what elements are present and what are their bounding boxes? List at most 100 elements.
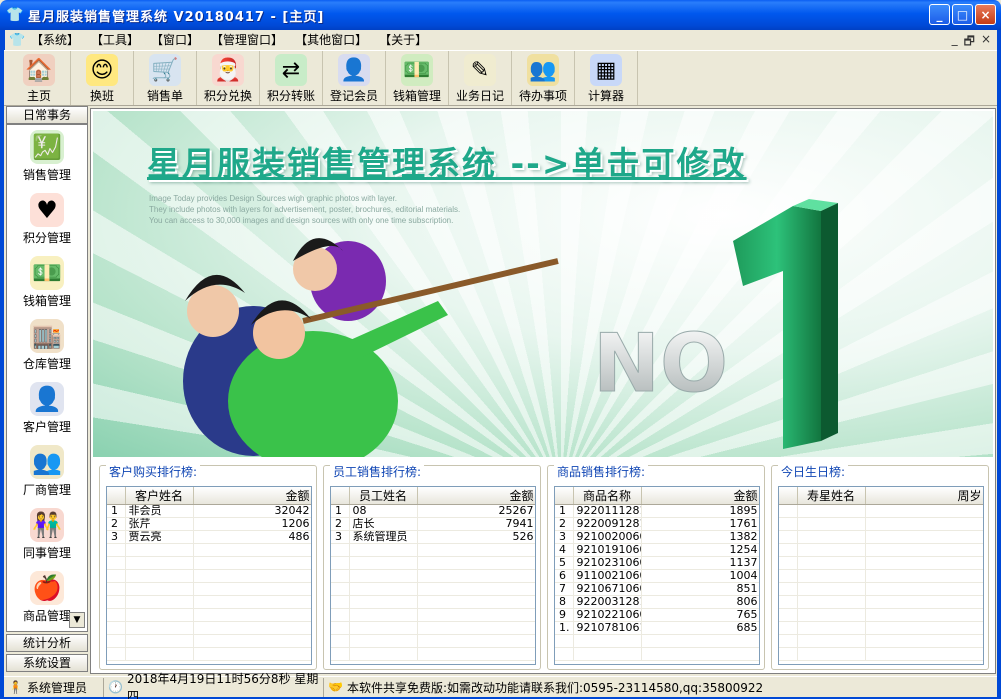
table-row[interactable]	[107, 556, 311, 570]
close-button[interactable]: ×	[975, 4, 996, 25]
ranking-grid[interactable]: 员工姓名 金额 1 08 25267 2 店长 7941 3 系统管理员 526	[330, 486, 536, 665]
table-row[interactable]	[779, 517, 983, 531]
column-header[interactable]: 寿星姓名	[797, 487, 866, 505]
table-row[interactable]	[331, 543, 535, 557]
sidebar-item-4[interactable]: 👤 客户管理	[7, 377, 87, 440]
column-header[interactable]: 金额	[641, 487, 759, 505]
table-row[interactable]: 2 店长 7941	[331, 517, 535, 531]
menu-about[interactable]: 【关于】	[373, 31, 433, 49]
banner-headline[interactable]: 星月服装销售管理系统 -->单击可修改	[147, 137, 747, 185]
sidebar-item-2[interactable]: 💵 钱箱管理	[7, 251, 87, 314]
toolbar-button-2[interactable]: 🛒 销售单	[134, 51, 197, 105]
table-row[interactable]: 192201112812541895	[555, 504, 759, 518]
column-header[interactable]	[555, 487, 574, 505]
table-row[interactable]	[331, 582, 535, 596]
table-row[interactable]	[779, 582, 983, 596]
table-row[interactable]	[107, 569, 311, 583]
table-row[interactable]	[779, 530, 983, 544]
ranking-grid[interactable]: 寿星姓名 周岁	[778, 486, 984, 665]
sidebar-item-1[interactable]: ♥ 积分管理	[7, 188, 87, 251]
table-row[interactable]: 492101910609311254	[555, 543, 759, 557]
menu-system[interactable]: 【系统】	[25, 31, 85, 49]
table-row[interactable]	[779, 556, 983, 570]
title-bar[interactable]: 👕 星月服装销售管理系统 V20180417 - [主页] _ □ ×	[0, 0, 1001, 30]
toolbar-button-0[interactable]: 🏠 主页	[8, 51, 71, 105]
table-cell	[641, 647, 759, 661]
toolbar-button-3[interactable]: 🎅 积分兑换	[197, 51, 260, 105]
table-row[interactable]: 1.9210781061003685	[555, 621, 759, 635]
table-row[interactable]	[779, 504, 983, 518]
sidebar-header-settings[interactable]: 系统设置	[6, 654, 88, 672]
table-row[interactable]: 691100210608821004	[555, 569, 759, 583]
table-row[interactable]: 89220031281402806	[555, 595, 759, 609]
sidebar-item-5[interactable]: 👥 厂商管理	[7, 440, 87, 503]
table-row[interactable]: 1 08 25267	[331, 504, 535, 518]
table-row[interactable]	[331, 569, 535, 583]
table-row[interactable]: 592102310609211137	[555, 556, 759, 570]
table-row[interactable]	[107, 595, 311, 609]
table-row[interactable]	[107, 608, 311, 622]
table-row[interactable]	[331, 621, 535, 635]
table-row[interactable]	[555, 647, 759, 661]
sidebar-item-3[interactable]: 🏬 仓库管理	[7, 314, 87, 377]
table-row[interactable]	[107, 543, 311, 557]
table-row[interactable]	[107, 621, 311, 635]
column-header[interactable]: 金额	[193, 487, 311, 505]
column-header[interactable]: 商品名称	[573, 487, 642, 505]
column-header[interactable]: 金额	[417, 487, 535, 505]
toolbar-button-5[interactable]: 👤 登记会员	[323, 51, 386, 105]
column-header[interactable]: 员工姓名	[349, 487, 418, 505]
sidebar-item-0[interactable]: 💹 销售管理	[7, 125, 87, 188]
table-row[interactable]: 3 贾云亮 486	[107, 530, 311, 544]
maximize-button[interactable]: □	[952, 4, 973, 25]
sidebar-header-statistics[interactable]: 统计分析	[6, 634, 88, 652]
table-row[interactable]: 392100200609651382	[555, 530, 759, 544]
table-row[interactable]	[107, 647, 311, 661]
table-row[interactable]: 1 非会员 32042	[107, 504, 311, 518]
column-header[interactable]: 客户姓名	[125, 487, 194, 505]
table-row[interactable]: 79210671060956851	[555, 582, 759, 596]
table-row[interactable]	[779, 621, 983, 635]
menu-window[interactable]: 【窗口】	[145, 31, 205, 49]
column-header[interactable]	[107, 487, 126, 505]
menu-other-window[interactable]: 【其他窗口】	[289, 31, 373, 49]
toolbar-button-7[interactable]: ✎ 业务日记	[449, 51, 512, 105]
table-row[interactable]	[107, 634, 311, 648]
table-row[interactable]	[779, 543, 983, 557]
table-row[interactable]	[331, 608, 535, 622]
table-cell	[349, 634, 418, 648]
table-row[interactable]: 3 系统管理员 526	[331, 530, 535, 544]
table-row[interactable]	[779, 634, 983, 648]
toolbar-button-4[interactable]: ⇄ 积分转账	[260, 51, 323, 105]
table-row[interactable]	[107, 582, 311, 596]
sidebar-scroll-down-button[interactable]: ▼	[69, 612, 85, 628]
table-row[interactable]	[779, 569, 983, 583]
table-row[interactable]	[779, 608, 983, 622]
table-row[interactable]: 99210221060900765	[555, 608, 759, 622]
toolbar-button-6[interactable]: 💵 钱箱管理	[386, 51, 449, 105]
table-row[interactable]	[331, 556, 535, 570]
toolbar-button-9[interactable]: ▦ 计算器	[575, 51, 638, 105]
table-row[interactable]	[779, 647, 983, 661]
sidebar-item-6[interactable]: 👫 同事管理	[7, 503, 87, 566]
toolbar-button-1[interactable]: 😊 换班	[71, 51, 134, 105]
table-row[interactable]	[331, 634, 535, 648]
toolbar-button-8[interactable]: 👥 待办事项	[512, 51, 575, 105]
minimize-button[interactable]: _	[929, 4, 950, 25]
menu-tools[interactable]: 【工具】	[85, 31, 145, 49]
table-row[interactable]	[779, 595, 983, 609]
column-header[interactable]: 周岁	[865, 487, 983, 505]
table-row[interactable]	[555, 634, 759, 648]
table-row[interactable]	[331, 647, 535, 661]
ranking-grid[interactable]: 客户姓名 金额 1 非会员 32042 2 张芹 1206 3 贾云亮 486	[106, 486, 312, 665]
column-header[interactable]	[331, 487, 350, 505]
banner[interactable]: NO 星月服装销售管理系统 -->单击可修改 Image Today provi…	[93, 111, 993, 457]
table-row[interactable]	[331, 595, 535, 609]
table-row[interactable]: 292200912813051761	[555, 517, 759, 531]
employee-ranking-panel: 员工销售排行榜: 员工姓名 金额 1 08 25267 2 店长 7941 3 系统管理员 526	[323, 465, 541, 670]
sidebar-header-daily[interactable]: 日常事务	[6, 106, 88, 124]
column-header[interactable]	[779, 487, 798, 505]
ranking-grid[interactable]: 商品名称金额1922011128125418952922009128130517…	[554, 486, 760, 665]
menu-manage-window[interactable]: 【管理窗口】	[205, 31, 289, 49]
table-row[interactable]: 2 张芹 1206	[107, 517, 311, 531]
